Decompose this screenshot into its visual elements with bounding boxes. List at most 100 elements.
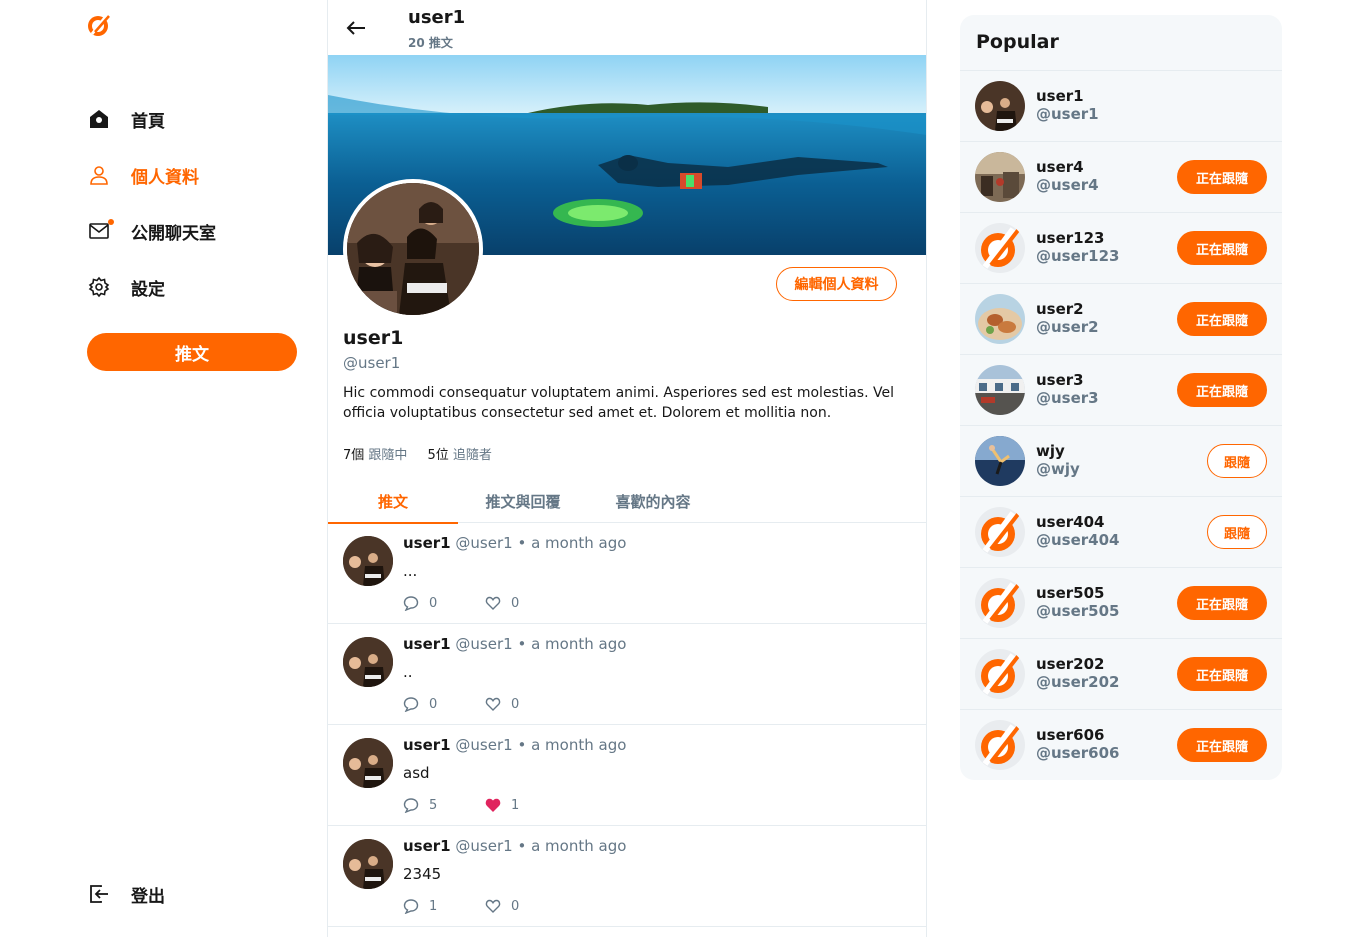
reply-count: 1	[429, 898, 438, 914]
popular-user-name: user404	[1036, 513, 1105, 531]
follow-button[interactable]: 跟隨	[1207, 444, 1267, 478]
popular-user-row[interactable]: user3 @user3 正在跟隨	[960, 355, 1282, 426]
tweet-avatar[interactable]	[343, 839, 393, 889]
edit-profile-button[interactable]: 編輯個人資料	[776, 267, 897, 301]
user-avatar[interactable]	[975, 81, 1025, 131]
unfollow-button[interactable]: 正在跟隨	[1177, 586, 1267, 620]
tab-tweets-and-replies[interactable]: 推文與回覆	[458, 480, 588, 523]
reply-button[interactable]: 5	[403, 797, 437, 813]
popular-user-handle: @user2	[1036, 318, 1099, 336]
popular-user-row[interactable]: user1 @user1	[960, 71, 1282, 142]
tab-likes[interactable]: 喜歡的內容	[588, 480, 718, 523]
alpha-logo-icon[interactable]	[86, 12, 112, 38]
home-icon	[87, 107, 111, 131]
user-avatar[interactable]	[975, 223, 1025, 273]
user-avatar[interactable]	[975, 720, 1025, 770]
tweet-item[interactable]: user1 @user1 • a month ago 2345 1 0	[328, 826, 926, 927]
tweet-time: a month ago	[531, 635, 627, 653]
popular-user-row[interactable]: user404 @user404 跟隨	[960, 497, 1282, 568]
user-avatar[interactable]	[975, 649, 1025, 699]
popular-user-row[interactable]: user4 @user4 正在跟隨	[960, 142, 1282, 213]
nav-label: 設定	[131, 279, 165, 300]
tweet-header: user1 @user1 • a month ago	[403, 635, 626, 653]
nav-item-profile[interactable]: 個人資料	[87, 160, 199, 190]
popular-user-handle: @user404	[1036, 531, 1120, 549]
tweet-author-handle: @user1	[455, 736, 513, 754]
heart-icon	[485, 899, 501, 913]
popular-user-row[interactable]: user123 @user123 正在跟隨	[960, 213, 1282, 284]
heart-icon	[485, 697, 501, 711]
user-avatar[interactable]	[975, 436, 1025, 486]
reply-button[interactable]: 0	[403, 595, 437, 611]
tweet-avatar[interactable]	[343, 637, 393, 687]
popular-user-name: wjy	[1036, 442, 1065, 460]
popular-user-name: user606	[1036, 726, 1105, 744]
reply-button[interactable]: 0	[403, 696, 437, 712]
reply-count: 5	[429, 797, 438, 813]
logout-button[interactable]: 登出	[87, 879, 165, 909]
nav-item-home[interactable]: 首頁	[87, 104, 165, 134]
tweet-separator: •	[517, 635, 527, 653]
following-link[interactable]: 7個 跟隨中	[343, 444, 407, 463]
like-button[interactable]: 0	[485, 898, 519, 914]
popular-user-name: user505	[1036, 584, 1105, 602]
tweet-author-name: user1	[403, 635, 451, 653]
tweet-header: user1 @user1 • a month ago	[403, 534, 626, 552]
tweet-separator: •	[517, 534, 527, 552]
left-sidebar: 首頁 個人資料 公開聊天室 設定 推文 登出	[0, 0, 327, 937]
nav-item-public-chat[interactable]: 公開聊天室	[87, 216, 216, 246]
popular-user-row[interactable]: user2 @user2 正在跟隨	[960, 284, 1282, 355]
popular-user-row[interactable]: user505 @user505 正在跟隨	[960, 568, 1282, 639]
unfollow-button[interactable]: 正在跟隨	[1177, 302, 1267, 336]
tweet-button[interactable]: 推文	[87, 333, 297, 371]
tweet-body: ...	[403, 562, 418, 580]
tweet-item[interactable]: user1 @user1 • a month ago asd 5 1	[328, 725, 926, 826]
reply-count: 0	[429, 595, 438, 611]
tweet-item[interactable]: user1 @user1 • a month ago ... 0 0	[328, 523, 926, 624]
popular-user-handle: @user202	[1036, 673, 1120, 691]
unfollow-button[interactable]: 正在跟隨	[1177, 231, 1267, 265]
tweet-item[interactable]: user1 @user1 • a month ago .. 0 0	[328, 624, 926, 725]
header-name: user1	[408, 7, 466, 28]
back-arrow-icon[interactable]	[345, 17, 367, 39]
popular-user-handle: @user1	[1036, 105, 1099, 123]
like-count: 0	[511, 898, 520, 914]
tweet-avatar[interactable]	[343, 536, 393, 586]
like-count: 0	[511, 595, 520, 611]
profile-tabs: 推文 推文與回覆 喜歡的內容	[328, 480, 926, 524]
unfollow-button[interactable]: 正在跟隨	[1177, 160, 1267, 194]
like-button[interactable]: 0	[485, 696, 519, 712]
user-avatar[interactable]	[975, 294, 1025, 344]
followers-link[interactable]: 5位 追隨者	[427, 444, 491, 463]
unfollow-button[interactable]: 正在跟隨	[1177, 373, 1267, 407]
unfollow-button[interactable]: 正在跟隨	[1177, 728, 1267, 762]
like-count: 1	[511, 797, 520, 813]
tweet-body: asd	[403, 764, 430, 782]
nav-label: 個人資料	[131, 167, 199, 188]
popular-user-handle: @user606	[1036, 744, 1120, 762]
profile-name: user1	[343, 327, 404, 349]
user-avatar[interactable]	[975, 152, 1025, 202]
popular-user-row[interactable]: wjy @wjy 跟隨	[960, 426, 1282, 497]
popular-title: Popular	[960, 15, 1282, 71]
unfollow-button[interactable]: 正在跟隨	[1177, 657, 1267, 691]
tweet-author-name: user1	[403, 736, 451, 754]
like-button[interactable]: 0	[485, 595, 519, 611]
comment-icon	[403, 596, 419, 611]
reply-button[interactable]: 1	[403, 898, 437, 914]
heart-icon	[485, 596, 501, 610]
follow-button[interactable]: 跟隨	[1207, 515, 1267, 549]
popular-user-row[interactable]: user606 @user606 正在跟隨	[960, 710, 1282, 780]
nav-item-settings[interactable]: 設定	[87, 272, 165, 302]
tweet-header: user1 @user1 • a month ago	[403, 736, 626, 754]
popular-user-row[interactable]: user202 @user202 正在跟隨	[960, 639, 1282, 710]
user-avatar[interactable]	[975, 365, 1025, 415]
user-avatar[interactable]	[975, 507, 1025, 557]
like-button[interactable]: 1	[485, 797, 519, 813]
profile-avatar[interactable]	[343, 179, 483, 319]
tweet-author-name: user1	[403, 534, 451, 552]
mail-icon	[87, 219, 114, 243]
tweet-avatar[interactable]	[343, 738, 393, 788]
user-avatar[interactable]	[975, 578, 1025, 628]
tab-tweets[interactable]: 推文	[328, 480, 458, 524]
